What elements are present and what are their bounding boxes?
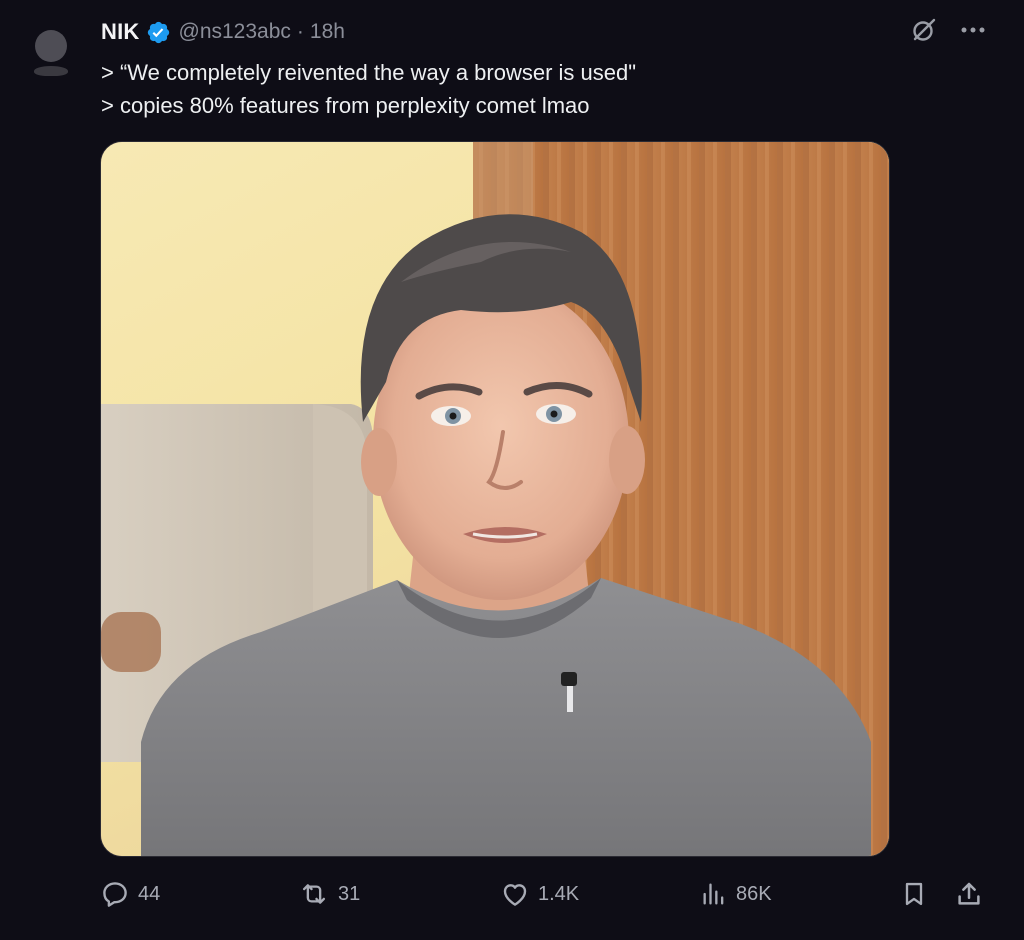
like-button[interactable]: 1.4K [500, 874, 579, 914]
tweet-header: NIK @ns123abc · 18h [101, 17, 345, 47]
avatar-head [35, 30, 67, 62]
repost-icon [302, 884, 326, 904]
like-count: 1.4K [538, 882, 580, 905]
heart-icon [503, 884, 527, 906]
separator-dot: · [296, 20, 304, 43]
top-actions [910, 16, 986, 44]
grok-icon[interactable] [910, 16, 938, 44]
video-frame [101, 142, 889, 856]
reply-icon [103, 882, 127, 907]
tweet: NIK @ns123abc · 18h > “We completely rei… [0, 0, 1024, 940]
view-count: 86K [736, 882, 772, 905]
views-button[interactable]: 86K [700, 874, 772, 914]
reply-count: 44 [138, 882, 161, 905]
tweet-text-line-1: > “We completely reivented the way a bro… [101, 60, 637, 85]
views-icon [703, 883, 724, 905]
tweet-text-line-2: > copies 80% features from perplexity co… [101, 93, 590, 118]
more-icon[interactable] [960, 26, 986, 34]
bookmark-icon [905, 882, 923, 906]
reply-button[interactable]: 44 [100, 874, 160, 914]
repost-count: 31 [338, 882, 361, 905]
share-button[interactable] [954, 874, 992, 914]
tweet-actions: 44 31 1.4K 86K [100, 874, 990, 914]
bookmark-button[interactable] [900, 874, 936, 914]
tweet-media-video[interactable] [100, 141, 890, 857]
verified-badge-icon [146, 20, 171, 45]
avatar[interactable] [34, 30, 68, 78]
share-icon [958, 882, 980, 905]
tweet-text: > “We completely reivented the way a bro… [101, 56, 901, 122]
avatar-shoulders [34, 66, 68, 76]
author-handle[interactable]: @ns123abc [179, 20, 291, 44]
repost-button[interactable]: 31 [298, 874, 360, 914]
timestamp[interactable]: 18h [310, 20, 345, 44]
author-name[interactable]: NIK [101, 19, 140, 45]
